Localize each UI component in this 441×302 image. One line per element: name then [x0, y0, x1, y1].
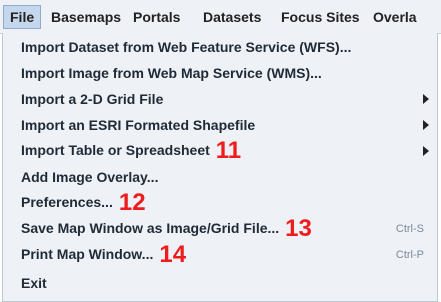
submenu-arrow-icon: [423, 120, 429, 130]
annotation-number: 13: [285, 215, 312, 242]
menu-item-import-grid[interactable]: Import a 2-D Grid File: [3, 86, 437, 112]
menu-focus-sites[interactable]: Focus Sites: [275, 5, 366, 29]
menu-item-import-wms[interactable]: Import Image from Web Map Service (WMS).…: [3, 60, 437, 86]
menu-bar: File Basemaps Portals Datasets Focus Sit…: [0, 0, 441, 34]
menu-portals[interactable]: Portals: [127, 5, 186, 29]
annotation-number: 14: [159, 241, 187, 268]
menu-item-add-image-overlay[interactable]: Add Image Overlay...: [3, 164, 437, 190]
menu-item-exit[interactable]: Exit: [3, 270, 437, 296]
menu-item-save-map-window[interactable]: Save Map Window as Image/Grid File... 13 …: [3, 215, 437, 242]
menu-item-print-map-window[interactable]: Print Map Window... 14 Ctrl-P: [3, 241, 437, 268]
submenu-arrow-icon: [423, 146, 429, 156]
file-menu-dropdown: Import Dataset from Web Feature Service …: [2, 33, 438, 302]
menu-item-label: Exit: [21, 275, 47, 291]
menu-item-label: Save Map Window as Image/Grid File...: [21, 220, 280, 236]
menu-item-label: Add Image Overlay...: [21, 169, 159, 185]
menu-item-import-wfs[interactable]: Import Dataset from Web Feature Service …: [3, 34, 437, 60]
keyboard-shortcut: Ctrl-P: [395, 249, 424, 261]
menu-item-label: Preferences...: [21, 194, 113, 210]
menu-item-import-shapefile[interactable]: Import an ESRI Formated Shapefile: [3, 112, 437, 138]
menu-item-import-table[interactable]: Import Table or Spreadsheet 11: [3, 137, 437, 164]
keyboard-shortcut: Ctrl-S: [395, 223, 424, 235]
menu-item-label: Print Map Window...: [21, 246, 154, 262]
menu-item-label: Import a 2-D Grid File: [21, 91, 164, 107]
menu-item-label: Import an ESRI Formated Shapefile: [21, 117, 256, 133]
menu-datasets[interactable]: Datasets: [197, 5, 267, 29]
annotation-number: 12: [118, 189, 146, 216]
menu-item-label: Import Image from Web Map Service (WMS).…: [21, 65, 322, 81]
menu-item-label: Import Table or Spreadsheet: [21, 142, 210, 158]
menu-item-preferences[interactable]: Preferences... 12: [3, 189, 437, 216]
menu-basemaps[interactable]: Basemaps: [45, 5, 127, 29]
menu-file[interactable]: File: [3, 5, 42, 29]
menu-overlays[interactable]: Overla: [367, 5, 423, 29]
menu-item-label: Import Dataset from Web Feature Service …: [21, 39, 352, 55]
submenu-arrow-icon: [423, 94, 429, 104]
annotation-number: 11: [215, 137, 242, 164]
